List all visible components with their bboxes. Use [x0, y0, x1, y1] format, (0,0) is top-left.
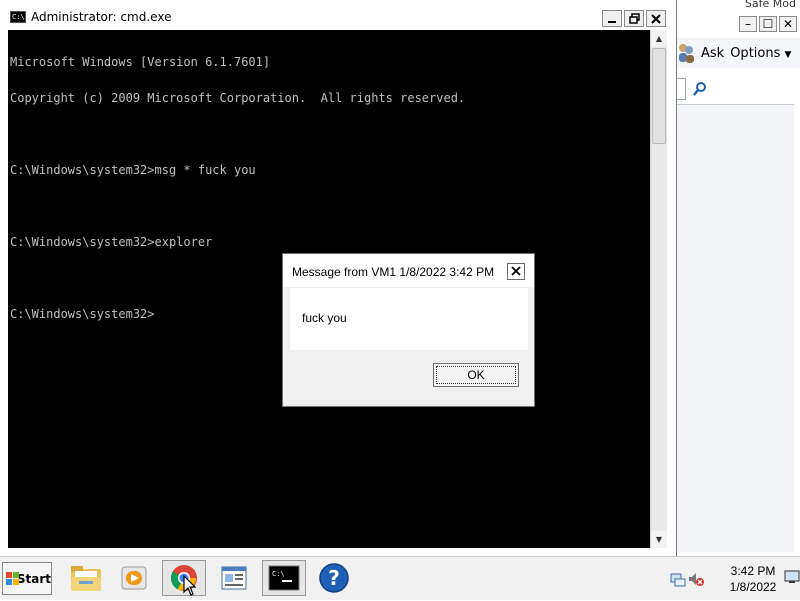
clock-date: 1/8/2022: [729, 580, 777, 594]
taskbar-control-panel-button[interactable]: [212, 560, 256, 596]
ask-button[interactable]: Ask: [701, 46, 724, 61]
help-caption-buttons: – ☐ ✕: [739, 16, 797, 32]
cmd-icon: C:\: [268, 565, 300, 591]
console-line: C:\Windows\system32>explorer: [10, 235, 213, 249]
ask-icon: [679, 44, 694, 63]
taskbar-clock[interactable]: 3:42 PM 1/8/2022: [720, 563, 786, 595]
network-icon[interactable]: [670, 571, 686, 587]
media-player-icon: [121, 566, 147, 590]
control-panel-icon: [221, 566, 247, 590]
help-window: Safe Mod – ☐ ✕ Ask Options ▼: [676, 0, 800, 556]
svg-text:C:\: C:\: [272, 570, 285, 578]
scroll-up-arrow-icon[interactable]: ▲: [651, 30, 667, 47]
cmd-caption-buttons: [602, 10, 666, 27]
restore-button[interactable]: [624, 10, 644, 27]
message-dialog: Message from VM1 1/8/2022 3:42 PM fuck y…: [282, 253, 535, 407]
options-button[interactable]: Options ▼: [730, 46, 791, 61]
taskbar-explorer-button[interactable]: [64, 560, 108, 596]
scroll-down-arrow-icon[interactable]: ▼: [651, 531, 667, 548]
scrollbar-thumb[interactable]: [652, 48, 666, 144]
restore-icon: [628, 13, 640, 24]
console-line: C:\Windows\system32>msg * fuck you: [10, 163, 256, 177]
cmd-titlebar[interactable]: C:\ Administrator: cmd.exe: [0, 5, 676, 29]
console-scrollbar[interactable]: ▲ ▼: [650, 30, 667, 548]
search-icon[interactable]: [692, 81, 708, 97]
minimize-button[interactable]: –: [739, 16, 757, 32]
dialog-title: Message from VM1 1/8/2022 3:42 PM: [292, 265, 495, 279]
minimize-icon: [608, 20, 616, 23]
close-button[interactable]: [646, 10, 666, 27]
dialog-close-button[interactable]: [507, 263, 525, 280]
mouse-cursor-icon: [183, 575, 197, 596]
console-line: Microsoft Windows [Version 6.1.7601]: [10, 55, 271, 69]
ok-button[interactable]: OK: [433, 363, 519, 387]
taskbar-cmd-button[interactable]: C:\: [262, 560, 306, 596]
help-titlebar: Safe Mod – ☐ ✕: [677, 0, 800, 36]
close-icon: [511, 266, 521, 276]
search-input[interactable]: [677, 78, 686, 100]
svg-text:?: ?: [328, 566, 340, 590]
options-label: Options: [730, 45, 781, 61]
clock-time: 3:42 PM: [730, 564, 776, 578]
help-content-area: [677, 104, 794, 552]
help-toolbar: Ask Options ▼: [677, 38, 800, 68]
close-icon: [651, 13, 661, 24]
folder-icon: [71, 566, 101, 591]
dialog-body: fuck you: [290, 288, 528, 350]
dialog-message: fuck you: [302, 311, 347, 325]
maximize-button[interactable]: ☐: [759, 16, 777, 32]
cmd-window-icon: C:\: [10, 11, 26, 23]
dialog-titlebar[interactable]: Message from VM1 1/8/2022 3:42 PM: [283, 254, 534, 287]
help-search: [677, 78, 797, 100]
system-tray: 3:42 PM 1/8/2022: [662, 557, 800, 601]
taskbar: Start C:\ ? 3:42 PM 1/8/2022: [0, 556, 800, 600]
help-icon: ?: [319, 563, 349, 593]
chevron-down-icon: ▼: [784, 49, 792, 60]
console-line: Copyright (c) 2009 Microsoft Corporation…: [10, 91, 466, 105]
taskbar-media-player-button[interactable]: [112, 560, 156, 596]
minimize-button[interactable]: [602, 10, 622, 27]
cmd-window-title: Administrator: cmd.exe: [31, 10, 172, 24]
start-button[interactable]: Start: [2, 562, 52, 595]
show-desktop-icon[interactable]: [784, 569, 800, 585]
help-window-title: Safe Mod: [744, 0, 796, 10]
windows-logo-icon: [6, 571, 19, 586]
close-button[interactable]: ✕: [779, 16, 797, 32]
start-label: Start: [16, 571, 51, 586]
volume-muted-icon[interactable]: [688, 571, 704, 587]
taskbar-help-button[interactable]: ?: [312, 560, 356, 596]
